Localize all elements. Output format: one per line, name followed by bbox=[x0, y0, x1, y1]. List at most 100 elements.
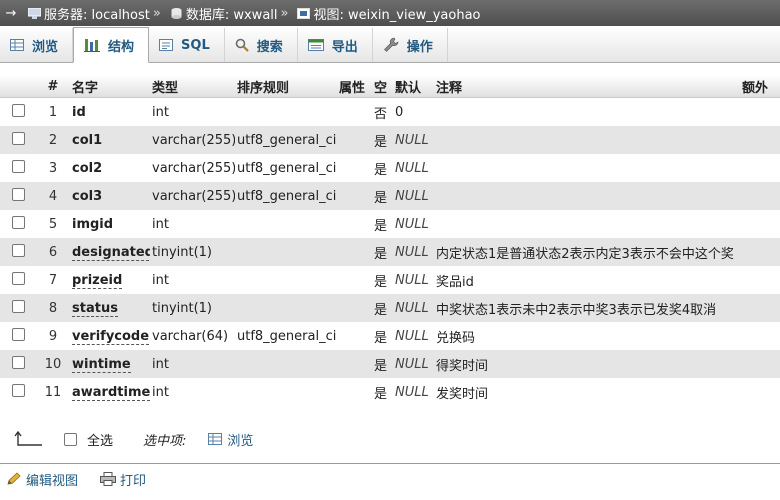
bulk-browse-button[interactable]: 浏览 bbox=[208, 430, 253, 449]
field-default: 0 bbox=[393, 97, 434, 126]
field-extra bbox=[740, 350, 780, 378]
field-name: verifycode bbox=[70, 322, 150, 350]
wrench-icon bbox=[383, 37, 399, 52]
breadcrumb-database-label: 数据库: wxwall bbox=[185, 7, 278, 23]
field-comment bbox=[434, 154, 740, 182]
header-num[interactable]: # bbox=[36, 75, 70, 98]
field-comment: 内定状态1是普通状态2表示内定3表示不会中这个奖 bbox=[434, 238, 740, 266]
divider bbox=[0, 463, 780, 464]
table-row[interactable]: 5 imgid int 是 NULL bbox=[0, 210, 780, 238]
table-row[interactable]: 7 prizeid int 是 NULL 奖品id bbox=[0, 266, 780, 294]
field-number: 2 bbox=[36, 126, 70, 154]
tab-operations[interactable]: 操作 bbox=[373, 28, 448, 62]
table-row[interactable]: 9 verifycode varchar(64) utf8_general_ci 是 NU… bbox=[0, 322, 780, 350]
row-checkbox[interactable] bbox=[12, 327, 25, 341]
table-row[interactable]: 11 awardtime int 是 NULL 发奖时间 bbox=[0, 378, 780, 406]
field-default: NULL bbox=[393, 154, 434, 182]
field-comment: 得奖时间 bbox=[434, 350, 740, 378]
header-collation[interactable]: 排序规则 bbox=[235, 75, 337, 98]
header-null[interactable]: 空 bbox=[372, 75, 393, 98]
breadcrumb-database[interactable]: 数据库: wxwall bbox=[164, 4, 278, 23]
field-null: 是 bbox=[372, 210, 393, 238]
field-comment: 奖品id bbox=[434, 266, 740, 294]
row-checkbox[interactable] bbox=[12, 187, 25, 201]
row-checkbox-cell bbox=[0, 266, 36, 294]
field-name-label: awardtime bbox=[72, 384, 150, 401]
tab-browse[interactable]: 浏览 bbox=[0, 28, 74, 62]
table-row[interactable]: 2 col1 varchar(255) utf8_general_ci 是 NULL bbox=[0, 126, 780, 154]
header-comment[interactable]: 注释 bbox=[434, 75, 740, 98]
header-attributes[interactable]: 属性 bbox=[337, 75, 372, 98]
field-null: 是 bbox=[372, 126, 393, 154]
field-name-label: designated bbox=[72, 244, 150, 261]
row-checkbox[interactable] bbox=[12, 355, 25, 369]
row-checkbox[interactable] bbox=[12, 243, 25, 257]
field-type: tinyint(1) bbox=[150, 238, 235, 266]
tab-operations-label: 操作 bbox=[406, 39, 433, 55]
header-extra[interactable]: 额外 bbox=[740, 75, 780, 98]
field-collation bbox=[235, 266, 337, 294]
row-checkbox[interactable] bbox=[12, 131, 25, 145]
field-null: 否 bbox=[372, 97, 393, 126]
tab-search[interactable]: 搜索 bbox=[225, 28, 298, 62]
field-collation bbox=[235, 238, 337, 266]
row-checkbox[interactable] bbox=[12, 103, 25, 117]
field-collation bbox=[235, 294, 337, 322]
field-extra bbox=[740, 238, 780, 266]
edit-view-link[interactable]: 编辑视图 bbox=[6, 470, 78, 489]
field-attributes bbox=[337, 182, 372, 210]
table-row[interactable]: 4 col3 varchar(255) utf8_general_ci 是 NULL bbox=[0, 182, 780, 210]
table-row[interactable]: 8 status tinyint(1) 是 NULL 中奖状态1表示未中2表示中奖3表示已… bbox=[0, 294, 780, 322]
view-actions-bar: 编辑视图 打印 bbox=[0, 466, 780, 492]
tab-sql[interactable]: SQL bbox=[149, 28, 225, 62]
tab-export[interactable]: 导出 bbox=[298, 28, 373, 62]
field-collation: utf8_general_ci bbox=[235, 154, 337, 182]
header-type[interactable]: 类型 bbox=[150, 75, 235, 98]
field-name-label: wintime bbox=[72, 356, 131, 373]
field-attributes bbox=[337, 322, 372, 350]
field-default: NULL bbox=[393, 322, 434, 350]
tab-structure[interactable]: 结构 bbox=[73, 27, 150, 63]
breadcrumb-separator: » bbox=[280, 5, 289, 21]
field-null: 是 bbox=[372, 378, 393, 406]
breadcrumb-view[interactable]: 视图: weixin_view_yaohao bbox=[291, 4, 481, 23]
field-default: NULL bbox=[393, 350, 434, 378]
field-type: varchar(255) bbox=[150, 182, 235, 210]
field-extra bbox=[740, 126, 780, 154]
table-row[interactable]: 6 designated tinyint(1) 是 NULL 内定状态1是普通状态2表示内… bbox=[0, 238, 780, 266]
field-null: 是 bbox=[372, 266, 393, 294]
row-checkbox-cell bbox=[0, 294, 36, 322]
search-icon bbox=[235, 38, 249, 52]
breadcrumb-server[interactable]: 服务器: localhost bbox=[22, 4, 150, 23]
field-comment bbox=[434, 97, 740, 126]
row-checkbox[interactable] bbox=[12, 271, 25, 285]
table-row[interactable]: 10 wintime int 是 NULL 得奖时间 bbox=[0, 350, 780, 378]
table-row[interactable]: 3 col2 varchar(255) utf8_general_ci 是 NULL bbox=[0, 154, 780, 182]
row-checkbox[interactable] bbox=[12, 299, 25, 313]
field-attributes bbox=[337, 210, 372, 238]
row-checkbox-cell bbox=[0, 126, 36, 154]
row-checkbox[interactable] bbox=[12, 383, 25, 397]
field-number: 7 bbox=[36, 266, 70, 294]
header-name[interactable]: 名字 bbox=[70, 75, 150, 98]
field-name-label: col1 bbox=[72, 132, 103, 148]
field-attributes bbox=[337, 154, 372, 182]
row-checkbox[interactable] bbox=[12, 159, 25, 173]
browse-icon bbox=[208, 433, 223, 445]
field-attributes bbox=[337, 294, 372, 322]
browse-icon bbox=[10, 39, 24, 51]
table-row[interactable]: 1 id int 否 0 bbox=[0, 97, 780, 126]
back-arrow-icon[interactable]: → bbox=[0, 6, 22, 21]
header-default[interactable]: 默认 bbox=[393, 75, 434, 98]
row-checkbox[interactable] bbox=[12, 215, 25, 229]
field-null: 是 bbox=[372, 238, 393, 266]
field-name: designated bbox=[70, 238, 150, 266]
field-null: 是 bbox=[372, 322, 393, 350]
print-link[interactable]: 打印 bbox=[100, 470, 146, 489]
select-all-label[interactable]: 全选 bbox=[87, 430, 113, 449]
select-all-checkbox[interactable] bbox=[64, 432, 77, 446]
field-comment: 兑换码 bbox=[434, 322, 740, 350]
field-type: tinyint(1) bbox=[150, 294, 235, 322]
field-extra bbox=[740, 378, 780, 406]
field-collation bbox=[235, 378, 337, 406]
